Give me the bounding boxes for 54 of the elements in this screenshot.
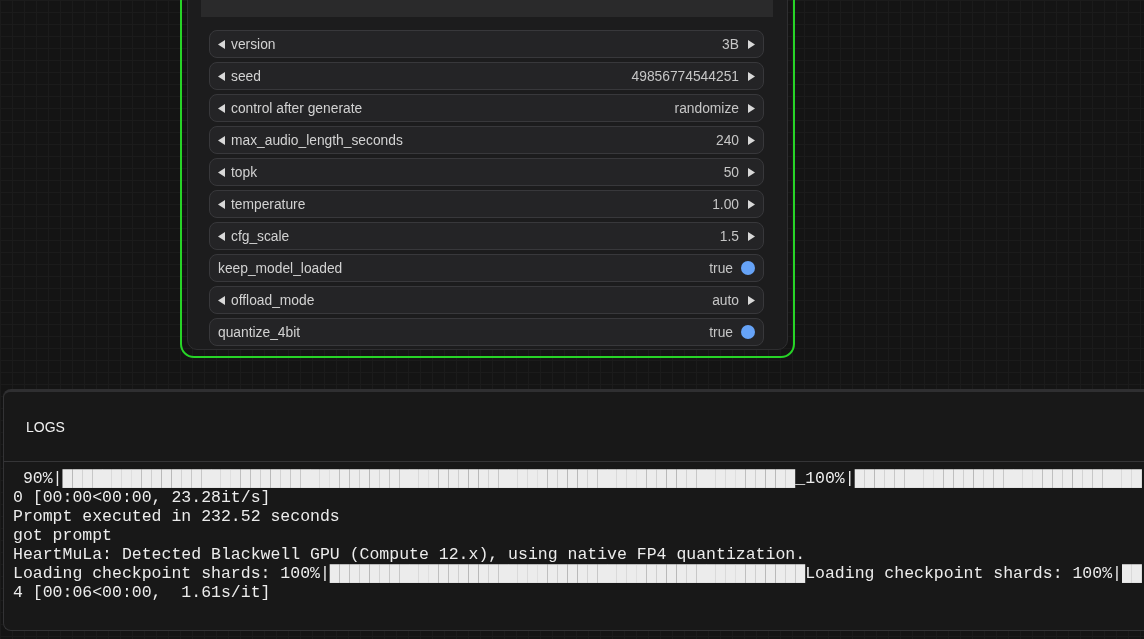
log-line: 90%|██████████████████████████████████████████████████████████████████████████_100%|█████████████████████████████ xyxy=(21,469,1143,488)
widget-value: auto xyxy=(712,292,739,308)
left-triangle-icon[interactable] xyxy=(218,231,225,241)
right-triangle-icon[interactable] xyxy=(748,135,755,145)
left-triangle-icon[interactable] xyxy=(218,167,225,177)
widget-label: version xyxy=(231,36,276,52)
left-triangle-icon[interactable] xyxy=(218,103,225,113)
widget-value: 240 xyxy=(715,132,739,148)
log-line: Loading checkpoint shards: 100%|████████████████████████████████████████████████Loading checkpoint shards: 100%|██ xyxy=(13,564,1143,583)
stepper-widget[interactable]: offload_mode auto xyxy=(209,286,764,314)
panel-title: LOGS xyxy=(26,418,65,435)
left-triangle-icon[interactable] xyxy=(218,71,225,81)
log-line: 0 [00:00<00:00, 23.28it/s] xyxy=(13,488,272,507)
right-triangle-icon[interactable] xyxy=(748,231,755,241)
widget-label: keep_model_loaded xyxy=(218,260,343,276)
left-triangle-icon[interactable] xyxy=(218,295,225,305)
stepper-widget[interactable]: topk 50 xyxy=(209,158,764,186)
widget-label: offload_mode xyxy=(231,292,315,308)
widget-value: 49856774544251 xyxy=(631,68,739,84)
right-triangle-icon[interactable] xyxy=(748,39,755,49)
stepper-widget[interactable]: seed 49856774544251 xyxy=(209,62,764,90)
stepper-widget[interactable]: temperature 1.00 xyxy=(209,190,764,218)
widget-value: 1.00 xyxy=(712,196,739,212)
stepper-widget[interactable]: cfg_scale 1.5 xyxy=(209,222,764,250)
right-triangle-icon[interactable] xyxy=(748,295,755,305)
left-triangle-icon[interactable] xyxy=(218,39,225,49)
widget-value: true xyxy=(709,260,733,276)
widget-label: quantize_4bit xyxy=(218,324,301,340)
log-line: Prompt executed in 232.52 seconds xyxy=(13,507,341,526)
widget-value: 50 xyxy=(723,164,739,180)
log-line: 4 [00:06<00:00, 1.61s/it] xyxy=(13,583,272,602)
widget-label: seed xyxy=(231,68,261,84)
widget-value: 3B xyxy=(722,36,739,52)
right-triangle-icon[interactable] xyxy=(748,199,755,209)
stepper-widget[interactable]: max_audio_length_seconds 240 xyxy=(209,126,764,154)
widget-value: 1.5 xyxy=(719,228,739,244)
right-triangle-icon[interactable] xyxy=(748,103,755,113)
toggle-widget[interactable]: keep_model_loaded true xyxy=(209,254,764,282)
widget-value: randomize xyxy=(674,100,739,116)
toggle-widget[interactable]: quantize_4bit true xyxy=(209,318,764,346)
widget-label: cfg_scale xyxy=(231,228,290,244)
stepper-widget[interactable]: control after generate randomize xyxy=(209,94,764,122)
log-line: got prompt xyxy=(13,526,114,545)
log-line: HeartMuLa: Detected Blackwell GPU (Compute 12.x), using native FP4 quantization. xyxy=(13,545,807,564)
widget-value: true xyxy=(709,324,733,340)
left-triangle-icon[interactable] xyxy=(218,199,225,209)
widget-label: control after generate xyxy=(231,100,363,116)
right-triangle-icon[interactable] xyxy=(748,71,755,81)
widget-label: topk xyxy=(231,164,258,180)
widget-label: temperature xyxy=(231,196,306,212)
left-triangle-icon[interactable] xyxy=(218,135,225,145)
right-triangle-icon[interactable] xyxy=(748,167,755,177)
stepper-widget[interactable]: version 3B xyxy=(209,30,764,58)
widget-label: max_audio_length_seconds xyxy=(231,132,403,148)
